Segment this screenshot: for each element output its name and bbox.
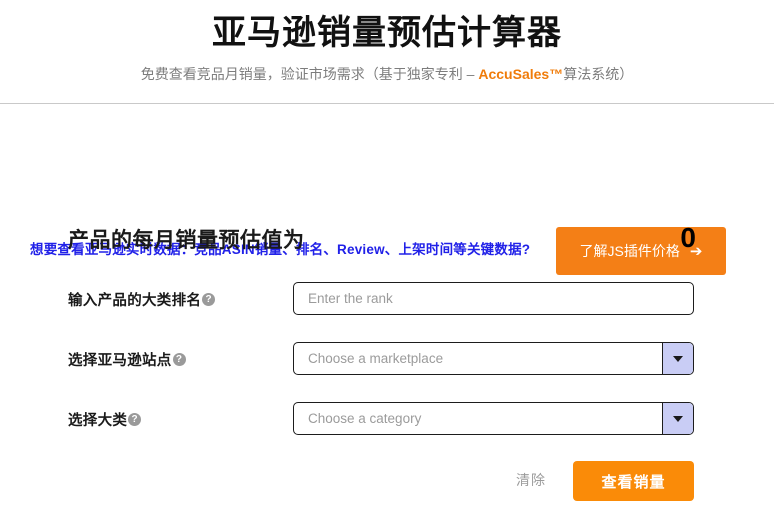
estimate-result-row: 产品的每月销量预估值为 0 xyxy=(68,222,696,254)
clear-button[interactable]: 清除 xyxy=(516,470,546,490)
field-wrap-marketplace xyxy=(293,342,694,375)
category-dropdown-toggle[interactable] xyxy=(662,403,693,434)
label-rank-text: 输入产品的大类排名 xyxy=(68,293,202,309)
page-header: 亚马逊销量预估计算器 免费查看竞品月销量，验证市场需求（基于独家专利 – Acc… xyxy=(0,0,774,104)
help-circle-icon[interactable]: ? xyxy=(128,413,142,426)
field-wrap-rank xyxy=(293,282,694,315)
page-subtitle-suffix: 算法系统） xyxy=(563,66,634,82)
submit-button[interactable]: 查看销量 xyxy=(573,461,694,501)
label-rank: 输入产品的大类排名? xyxy=(68,289,216,310)
page-subtitle: 免费查看竞品月销量，验证市场需求（基于独家专利 – AccuSales™算法系统… xyxy=(0,56,774,84)
label-marketplace-text: 选择亚马逊站点 xyxy=(68,353,172,369)
form-row-category: 选择大类? xyxy=(0,398,774,458)
chevron-down-icon xyxy=(673,355,683,362)
field-wrap-category xyxy=(293,402,694,435)
page-title: 亚马逊销量预估计算器 xyxy=(212,14,562,52)
estimator-form: 输入产品的大类排名? 选择亚马逊站点? 选择大类? xyxy=(0,278,774,458)
promo-bar: 想要查看亚马逊实时数据：竞品ASIN销量、排名、Review、上架时间等关键数据… xyxy=(0,104,774,275)
help-circle-icon[interactable]: ? xyxy=(172,353,186,366)
label-category-text: 选择大类 xyxy=(68,413,128,429)
form-row-rank: 输入产品的大类排名? xyxy=(0,278,774,338)
brand-name: AccuSales™ xyxy=(478,66,564,82)
label-marketplace: 选择亚马逊站点? xyxy=(68,349,186,370)
form-row-marketplace: 选择亚马逊站点? xyxy=(0,338,774,398)
marketplace-dropdown-toggle[interactable] xyxy=(662,343,693,374)
estimate-result-label: 产品的每月销量预估值为 xyxy=(68,229,305,252)
form-actions: 清除 查看销量 xyxy=(0,461,774,503)
label-category: 选择大类? xyxy=(68,409,142,430)
estimate-result-value: 0 xyxy=(680,222,696,253)
help-circle-icon[interactable]: ? xyxy=(202,293,216,306)
page-subtitle-prefix: 免费查看竞品月销量，验证市场需求（基于独家专利 – xyxy=(140,66,479,82)
chevron-down-icon xyxy=(673,415,683,422)
category-input[interactable] xyxy=(294,403,662,434)
marketplace-input[interactable] xyxy=(294,343,662,374)
rank-input[interactable] xyxy=(294,283,693,314)
